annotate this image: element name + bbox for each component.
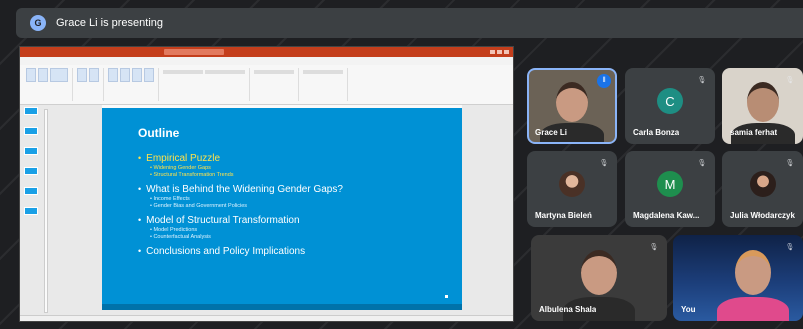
- participant-name: samia ferhat: [730, 128, 778, 137]
- outline-heading: • Model of Structural Transformation: [138, 214, 462, 227]
- outline-section: • Model of Structural Transformation • Mod…: [138, 214, 462, 241]
- participant-video: [747, 82, 779, 122]
- outline-subitem: • Gender Bias and Government Policies: [150, 203, 248, 209]
- participant-body: [717, 297, 789, 321]
- mic-muted-icon: 🎙: [649, 244, 659, 251]
- participant-avatar: C: [657, 88, 683, 114]
- vertical-ruler: [44, 109, 48, 313]
- slide-thumbnails: [24, 107, 40, 315]
- participant-tile[interactable]: 🎙 samia ferhat: [722, 68, 803, 144]
- participant-name: You: [681, 305, 696, 314]
- outline-subitem: • Income Effects: [150, 196, 190, 202]
- bullet-icon: •: [138, 215, 142, 225]
- participant-name: Carla Bonza: [633, 128, 680, 137]
- presentation-slide: Outline • Empirical Puzzle • Widening Gend…: [102, 108, 462, 310]
- ribbon-tabs: [20, 57, 513, 65]
- outline-heading-text: Conclusions and Policy Implications: [146, 246, 306, 257]
- participant-tile[interactable]: 🎙 You: [673, 235, 803, 321]
- mic-muted-icon: 🎙: [785, 77, 795, 84]
- participant-video: [581, 250, 617, 295]
- outline-subitem: • Counterfactual Analysis: [150, 234, 211, 240]
- participant-tile[interactable]: M 🎙 Magdalena Kaw...: [625, 151, 715, 227]
- ribbon-toolbar: [20, 65, 513, 105]
- outline-section: • What is Behind the Widening Gender Gaps…: [138, 183, 462, 210]
- participant-avatar: [559, 171, 585, 197]
- outline-subitem: • Structural Transformation Trends: [150, 172, 234, 178]
- participant-name: Martyna Bieleń: [535, 211, 592, 220]
- app-search-box: [164, 49, 224, 55]
- presenter-avatar: G: [30, 15, 46, 31]
- participant-tile[interactable]: C 🎙 Carla Bonza: [625, 68, 715, 144]
- slide-footer: [102, 304, 462, 310]
- outline-heading: • Conclusions and Policy Implications: [138, 245, 462, 258]
- bullet-icon: •: [138, 184, 142, 194]
- participant-name: Grace Li: [535, 128, 568, 137]
- presenting-label: Grace Li is presenting: [56, 17, 163, 29]
- participant-name: Albulena Shala: [539, 305, 597, 314]
- participant-name: Julia Włodarczyk: [730, 211, 795, 220]
- outline-heading-text: Model of Structural Transformation: [146, 215, 300, 226]
- mic-muted-icon: 🎙: [599, 160, 609, 167]
- outline-heading: • What is Behind the Widening Gender Gaps…: [138, 183, 462, 196]
- participant-name: Magdalena Kaw...: [633, 211, 700, 220]
- outline-subitem: • Model Predictions: [150, 227, 198, 233]
- participant-video: [556, 82, 588, 122]
- app-title-bar: [20, 47, 513, 57]
- audio-level-icon: ⦀: [597, 74, 611, 88]
- participant-avatar: M: [657, 171, 683, 197]
- shared-screen[interactable]: Outline • Empirical Puzzle • Widening Gend…: [19, 46, 514, 322]
- outline-section: • Empirical Puzzle • Widening Gender Gaps •…: [138, 152, 462, 179]
- participant-tile[interactable]: 🎙 Albulena Shala: [531, 235, 667, 321]
- participant-avatar: [750, 171, 776, 197]
- mic-muted-icon: 🎙: [697, 160, 707, 167]
- outline-heading-text: What is Behind the Widening Gender Gaps?: [146, 184, 343, 195]
- outline-section: • Conclusions and Policy Implications: [138, 245, 462, 258]
- slide-marker: [445, 295, 448, 298]
- bullet-icon: •: [138, 246, 142, 256]
- outline-heading: • Empirical Puzzle: [138, 152, 462, 165]
- presenting-banner[interactable]: G Grace Li is presenting: [16, 8, 803, 38]
- mic-muted-icon: 🎙: [697, 77, 707, 84]
- bullet-icon: •: [138, 153, 142, 163]
- window-controls: [490, 50, 513, 54]
- participant-video: [735, 250, 771, 295]
- outline-subitem: • Widening Gender Gaps: [150, 165, 211, 171]
- mic-muted-icon: 🎙: [785, 160, 795, 167]
- outline-heading-text: Empirical Puzzle: [146, 153, 221, 164]
- participant-tile[interactable]: 🎙 Martyna Bieleń: [527, 151, 617, 227]
- slide-title: Outline: [138, 126, 180, 140]
- mic-muted-icon: 🎙: [785, 244, 795, 251]
- participant-tile[interactable]: 🎙 Julia Włodarczyk: [722, 151, 803, 227]
- app-status-bar: [20, 315, 513, 321]
- participant-tile[interactable]: ⦀ Grace Li: [527, 68, 617, 144]
